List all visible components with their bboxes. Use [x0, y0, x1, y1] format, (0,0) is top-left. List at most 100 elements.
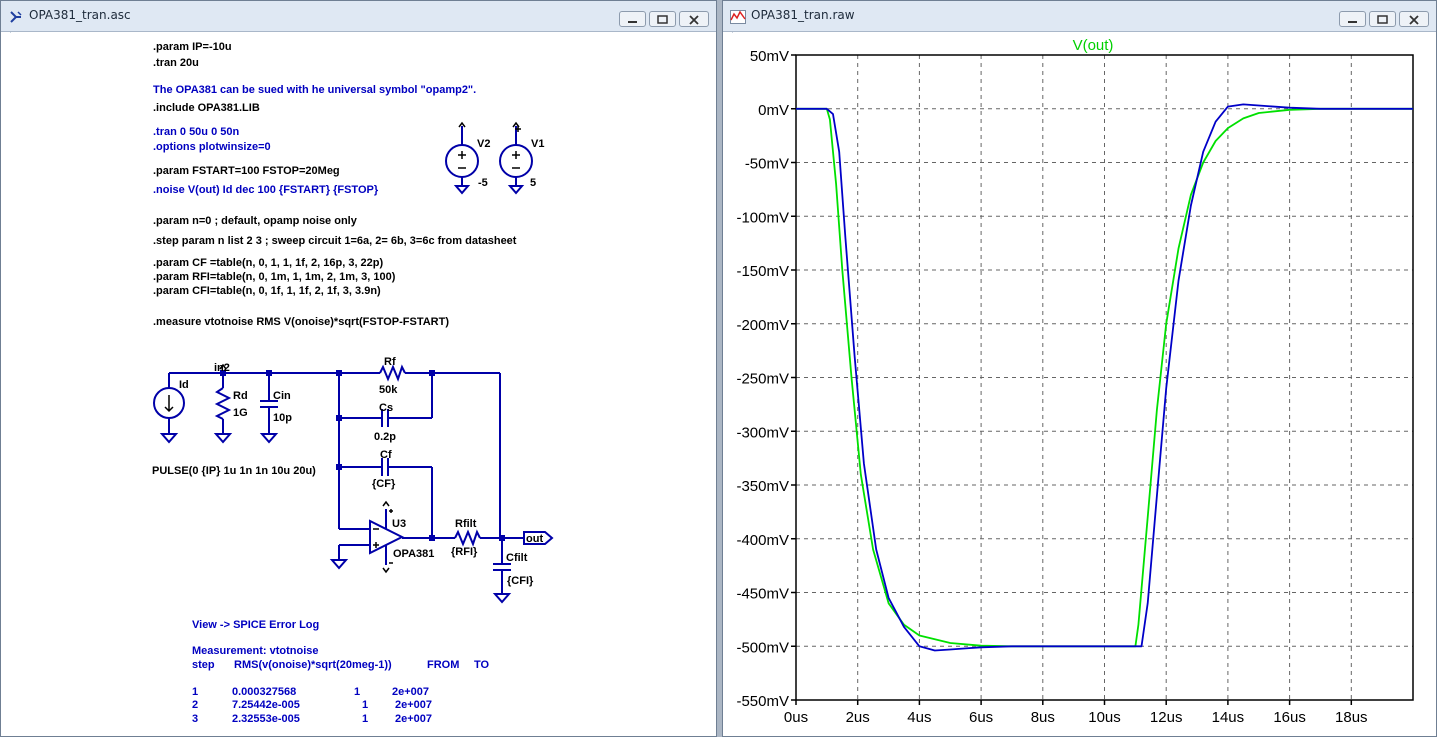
rfilt-name[interactable]: Rfilt: [455, 518, 477, 530]
restore-button[interactable]: [649, 11, 676, 27]
waveform-titlebar[interactable]: OPA381_tran.raw: [723, 1, 1436, 32]
rd-name[interactable]: Rd: [233, 390, 248, 402]
log-row-3-to: 2e+007: [395, 713, 432, 725]
log-header-step: step: [192, 659, 215, 671]
close-button[interactable]: [679, 11, 709, 27]
y-tick-label: -450mV: [736, 586, 789, 603]
schematic-canvas[interactable]: .param IP=-10u .tran 20u The OPA381 can …: [10, 33, 716, 736]
rfilt-value[interactable]: {RFI}: [451, 546, 478, 558]
log-row-3-step: 3: [192, 713, 198, 725]
schematic-app-icon: [10, 11, 22, 23]
cs-value[interactable]: 0.2p: [374, 431, 396, 443]
directive-param-ip[interactable]: .param IP=-10u: [153, 41, 232, 53]
log-row-1-value: 0.000327568: [232, 686, 296, 698]
directive-include[interactable]: .include OPA381.LIB: [153, 102, 260, 114]
x-tick-label: 16us: [1273, 709, 1306, 726]
x-tick-label: 2us: [846, 709, 870, 726]
directive-tran-50u[interactable]: .tran 0 50u 0 50n: [153, 126, 239, 138]
log-header-from: FROM: [427, 659, 459, 671]
cfilt-name[interactable]: Cfilt: [506, 552, 528, 564]
rf-value[interactable]: 50k: [379, 384, 398, 396]
log-row-3-from: 1: [362, 713, 368, 725]
directive-param-n[interactable]: .param n=0 ; default, opamp noise only: [153, 215, 358, 227]
y-tick-label: -200mV: [736, 317, 789, 334]
x-tick-label: 4us: [907, 709, 931, 726]
y-tick-label: -50mV: [745, 156, 789, 173]
cin-name[interactable]: Cin: [273, 390, 291, 402]
y-tick-label: -550mV: [736, 693, 789, 710]
log-row-2-step: 2: [192, 699, 198, 711]
directive-param-rfi[interactable]: .param RFI=table(n, 0, 1m, 1, 1m, 2, 1m,…: [153, 271, 396, 283]
directive-param-cf[interactable]: .param CF =table(n, 0, 1, 1, 1f, 2, 16p,…: [153, 257, 384, 269]
rf-name[interactable]: Rf: [384, 356, 396, 368]
restore-icon: [1377, 15, 1388, 24]
schematic-window-title: OPA381_tran.asc: [29, 8, 131, 22]
directive-param-cfi[interactable]: .param CFI=table(n, 0, 1f, 1, 1f, 2, 1f,…: [153, 285, 381, 297]
u3-name[interactable]: U3: [392, 518, 406, 530]
x-tick-label: 14us: [1212, 709, 1245, 726]
log-row-3-value: 2.32553e-005: [232, 713, 300, 725]
y-axis-ticks: 50mV 0mV -50mV -100mV -150mV -200mV -250mV -300…: [736, 48, 796, 710]
minimize-icon: [1348, 21, 1357, 23]
v1-value[interactable]: 5: [530, 177, 536, 189]
minimize-icon: [628, 21, 637, 23]
circuit-wires[interactable]: [153, 364, 554, 604]
log-row-1-step: 1: [192, 686, 198, 698]
log-row-2-from: 1: [362, 699, 368, 711]
minimize-button[interactable]: [1339, 11, 1366, 27]
rd-value[interactable]: 1G: [233, 407, 248, 419]
out-net-label[interactable]: out: [526, 533, 543, 545]
plot-pane[interactable]: 50mV 0mV -50mV -100mV -150mV -200mV -250mV -300…: [732, 33, 1436, 736]
close-button[interactable]: [1399, 11, 1429, 27]
x-tick-label: 8us: [1031, 709, 1055, 726]
log-row-1-to: 2e+007: [392, 686, 429, 698]
trace-label-vout[interactable]: V(out): [1073, 37, 1114, 54]
id-value[interactable]: PULSE(0 {IP} 1u 1n 1n 10u 20u): [152, 465, 316, 477]
log-header-rms: RMS(v(onoise)*sqrt(20meg-1)): [234, 659, 392, 671]
v1-name[interactable]: V1: [531, 138, 544, 150]
log-header-to: TO: [474, 659, 490, 671]
close-icon: [1409, 15, 1419, 25]
schematic-titlebar[interactable]: OPA381_tran.asc: [1, 1, 716, 32]
directive-noise[interactable]: .noise V(out) Id dec 100 {FSTART} {FSTOP…: [153, 184, 379, 196]
log-measurement-title[interactable]: Measurement: vtotnoise: [192, 645, 319, 657]
cfilt-value[interactable]: {CFI}: [507, 575, 534, 587]
minimize-button[interactable]: [619, 11, 646, 27]
y-tick-label: -500mV: [736, 639, 789, 656]
u3-value[interactable]: OPA381: [393, 548, 434, 560]
cf-name[interactable]: Cf: [380, 449, 392, 461]
waveform-app-icon: [730, 10, 746, 24]
x-tick-label: 10us: [1088, 709, 1121, 726]
cs-name[interactable]: Cs: [379, 402, 393, 414]
waveform-window: OPA381_tran.raw 50mV 0mV -50mV -100mV -150mV…: [722, 0, 1437, 737]
y-tick-label: 0mV: [758, 102, 789, 119]
x-tick-label: 12us: [1150, 709, 1183, 726]
directive-tran-20u[interactable]: .tran 20u: [153, 57, 199, 69]
supply-sources[interactable]: [445, 126, 533, 195]
waveform-window-title: OPA381_tran.raw: [751, 8, 855, 22]
directive-param-fstart[interactable]: .param FSTART=100 FSTOP=20Meg: [153, 165, 340, 177]
log-row-1-from: 1: [354, 686, 360, 698]
cin-value[interactable]: 10p: [273, 412, 292, 424]
x-axis-ticks: 0us 2us 4us 6us 8us 10us 12us 14us 16us 18us: [784, 700, 1368, 726]
close-icon: [689, 15, 699, 25]
x-tick-label: 6us: [969, 709, 993, 726]
directive-step[interactable]: .step param n list 2 3 ; sweep circuit 1…: [153, 235, 517, 247]
net-label-in2[interactable]: in2: [214, 362, 230, 374]
v2-value[interactable]: -5: [478, 177, 488, 189]
waveform-plot[interactable]: 50mV 0mV -50mV -100mV -150mV -200mV -250mV -300…: [732, 33, 1436, 736]
restore-button[interactable]: [1369, 11, 1396, 27]
cf-value[interactable]: {CF}: [372, 478, 396, 490]
y-tick-label: -100mV: [736, 209, 789, 226]
schematic-drawing[interactable]: .param IP=-10u .tran 20u The OPA381 can …: [10, 33, 716, 736]
v2-name[interactable]: V2: [477, 138, 490, 150]
y-tick-label: 50mV: [750, 48, 789, 65]
y-tick-label: -150mV: [736, 263, 789, 280]
log-view-hint[interactable]: View -> SPICE Error Log: [192, 619, 319, 631]
log-row-2-value: 7.25442e-005: [232, 699, 300, 711]
comment-universal-symbol[interactable]: The OPA381 can be sued with he universal…: [153, 84, 476, 96]
directive-measure[interactable]: .measure vtotnoise RMS V(onoise)*sqrt(FS…: [153, 316, 449, 328]
directive-options[interactable]: .options plotwinsize=0: [153, 141, 271, 153]
id-name[interactable]: Id: [179, 379, 189, 391]
y-tick-label: -300mV: [736, 424, 789, 441]
